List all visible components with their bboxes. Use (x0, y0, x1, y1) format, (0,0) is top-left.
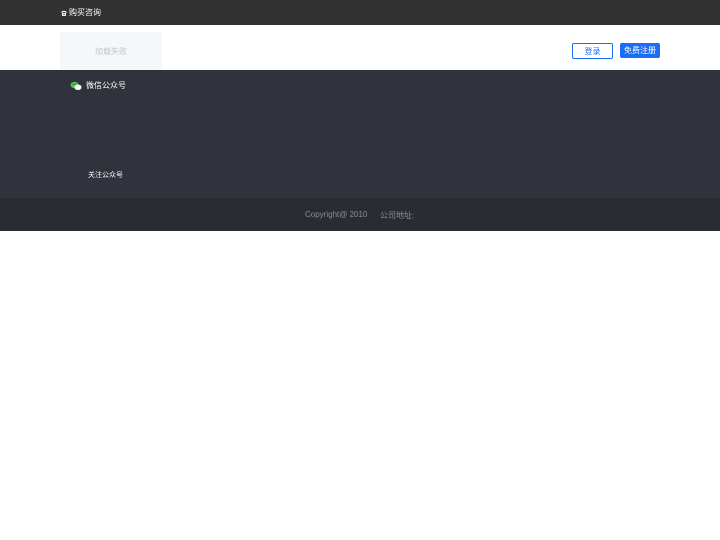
register-button[interactable]: 免费注册 (620, 43, 660, 58)
phone-icon (61, 10, 67, 16)
top-bar: 购买咨询 (0, 0, 720, 25)
copyright-text: Copyright@ 2010 (305, 210, 368, 219)
wechat-title: 微信公众号 (70, 80, 126, 91)
wechat-icon (70, 81, 82, 90)
header: 加载失败 登录 免费注册 (0, 25, 720, 70)
wechat-title-label: 微信公众号 (86, 81, 126, 90)
logo-placeholder: 加载失败 (60, 32, 162, 70)
footer-main: 微信公众号 关注公众号 (0, 70, 720, 198)
login-button[interactable]: 登录 (572, 43, 613, 59)
logo-placeholder-text: 加载失败 (95, 46, 127, 56)
footer-bottom: Copyright@ 2010 公司地址: (0, 198, 720, 231)
follow-official-account-label: 关注公众号 (88, 172, 123, 179)
company-address-label: 公司地址: (380, 211, 415, 220)
purchase-consult-link[interactable]: 购买咨询 (60, 0, 101, 25)
purchase-consult-label: 购买咨询 (69, 8, 101, 17)
